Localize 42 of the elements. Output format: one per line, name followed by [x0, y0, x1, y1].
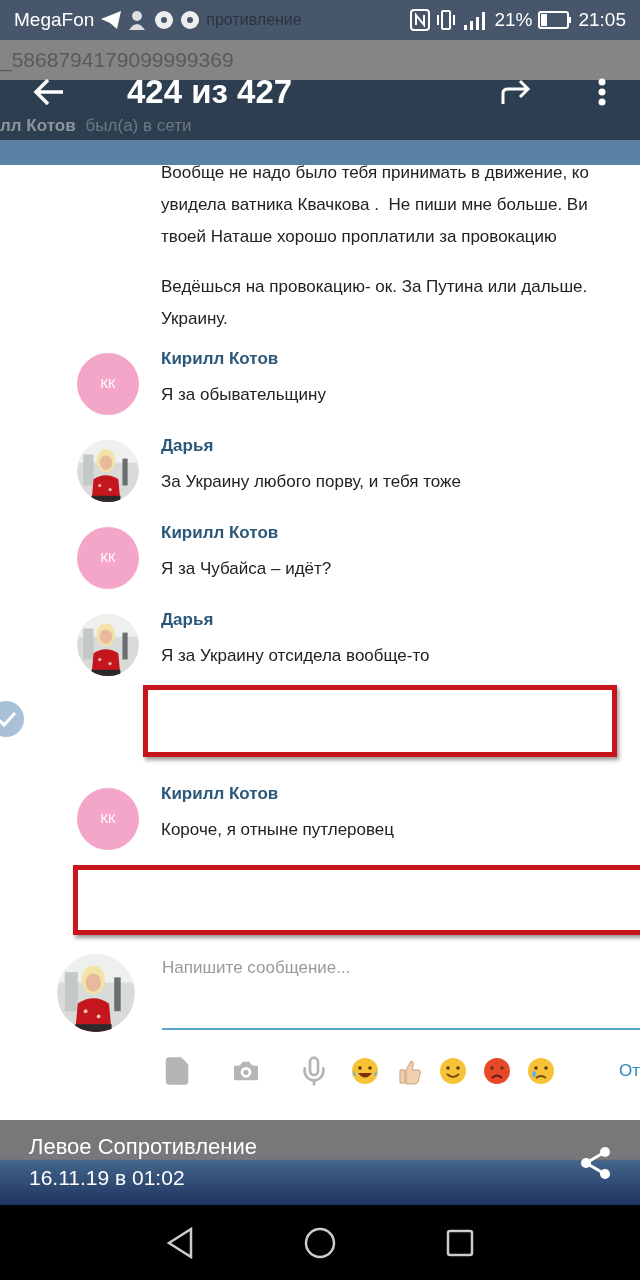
author-name[interactable]: Дарья	[161, 604, 430, 636]
forward-icon[interactable]	[500, 79, 532, 105]
avatar-initials: КК	[100, 810, 116, 829]
laughing-emoji-icon[interactable]	[350, 1056, 380, 1086]
author-name[interactable]: Кирилл Котов	[161, 778, 395, 810]
message-text: Я за Украину отсидела вообще-то	[161, 645, 430, 667]
author-name[interactable]: Кирилл Котов	[161, 517, 332, 549]
caption-date: 16.11.19 в 01:02	[29, 1164, 186, 1191]
circle-icon	[154, 10, 175, 30]
photo-counter: 424 из 427	[127, 72, 293, 113]
message-text: Вообще не надо было тебя принимать в движение, ко увидела ватника Квачкова . Не пиши мне больше. Ви твоей Наташе хорошо проплатили за провокацию	[161, 165, 590, 248]
send-button[interactable]: От	[619, 1058, 640, 1084]
home-icon[interactable]	[304, 1226, 336, 1259]
message-text: Ведёшься на провокацию- ок. За Путина или дальше. Украину.	[161, 276, 589, 330]
more-options-icon[interactable]	[597, 78, 607, 106]
angry-emoji-icon[interactable]	[482, 1056, 512, 1086]
avatar-initials: КК	[100, 549, 116, 568]
contact-name: лл Котов	[0, 114, 76, 137]
contact-status: был(а) в сети	[85, 114, 192, 137]
nfc-icon	[410, 9, 431, 31]
message-text: Короче, я отныне путлеровец	[161, 819, 395, 841]
clock: 21:05	[578, 7, 626, 32]
message-text: За Украину любого порву, и тебя тоже	[161, 471, 461, 493]
author-name[interactable]: Кирилл Котов	[161, 343, 326, 375]
caption-title: Левое Сопротивление	[29, 1132, 258, 1161]
message-text: Я за обывательщину	[161, 384, 326, 406]
message-input[interactable]: Напишите сообщение...	[162, 954, 640, 1030]
back-icon[interactable]	[166, 1226, 194, 1259]
battery-icon	[538, 11, 573, 29]
smiling-emoji-icon[interactable]	[438, 1056, 468, 1086]
battery-percent: 21%	[494, 7, 533, 32]
share-icon[interactable]	[580, 1145, 612, 1180]
message-text: Я за Чубайса – идёт?	[161, 558, 332, 580]
author-name[interactable]: Дарья	[161, 430, 461, 462]
circle-icon	[180, 10, 201, 30]
carrier-name: MegaFon	[14, 7, 95, 32]
recent-apps-icon[interactable]	[446, 1228, 474, 1257]
vibrate-icon	[436, 9, 457, 31]
paper-plane-icon	[100, 10, 123, 30]
crying-emoji-icon[interactable]	[526, 1056, 556, 1086]
back-arrow-icon[interactable]	[33, 78, 65, 106]
avatar-initials: КК	[100, 375, 116, 394]
